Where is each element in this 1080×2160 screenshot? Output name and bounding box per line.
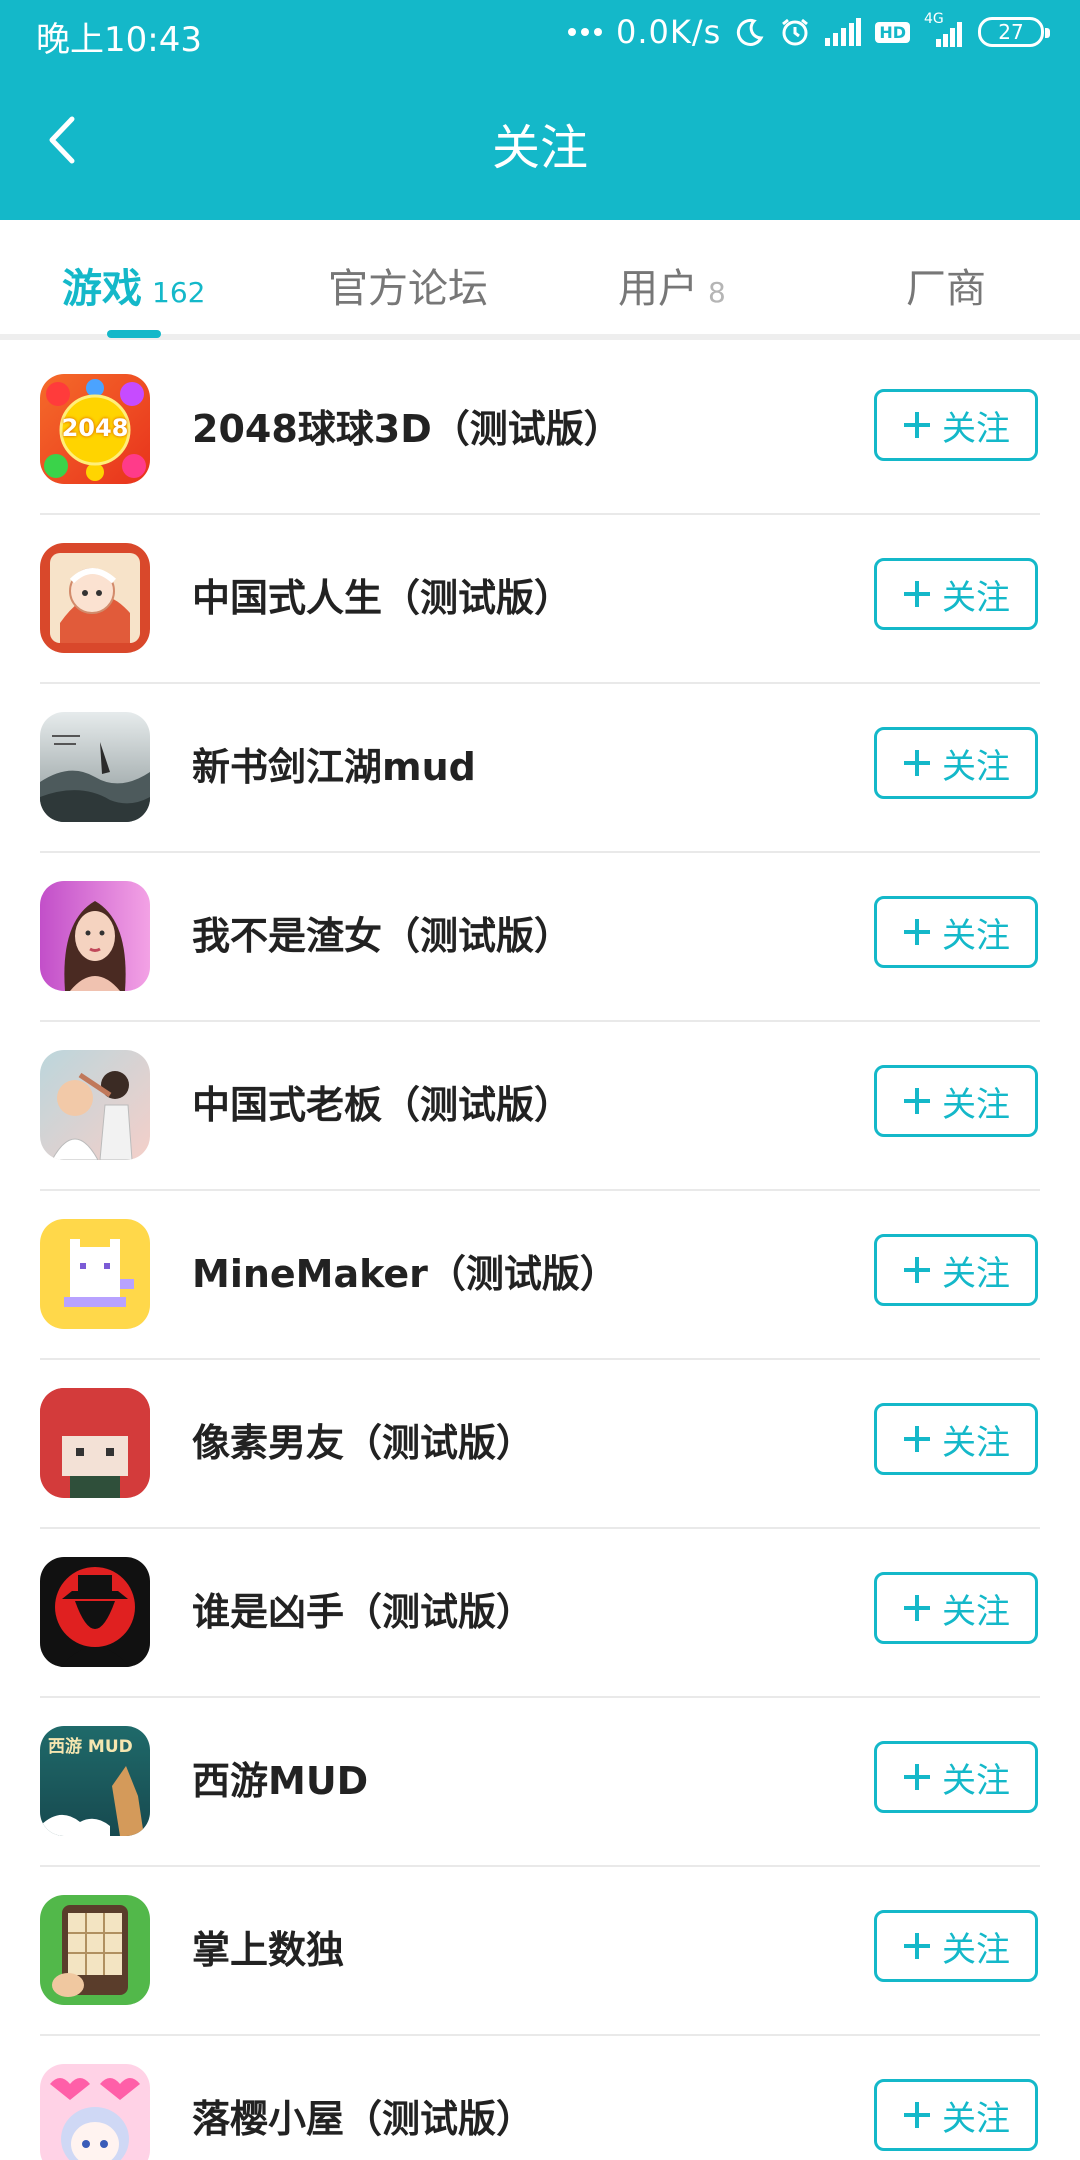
plus-icon	[904, 1764, 930, 1790]
game-icon-minemaker	[40, 1219, 150, 1329]
game-icon-sakura-house	[40, 2064, 150, 2160]
list-item[interactable]: 我不是渣女（测试版） 关注	[0, 853, 1080, 1022]
tab-indicator	[107, 330, 161, 338]
follow-label: 关注	[942, 1929, 1010, 1970]
status-bar: 晚上10:43 0.0K/s HD 4G 27	[0, 0, 1080, 66]
follow-button[interactable]: 关注	[874, 389, 1038, 461]
game-name: 像素男友（测试版）	[192, 1421, 535, 1465]
plus-icon	[904, 919, 930, 945]
screen: 晚上10:43 0.0K/s HD 4G 27 关注 游戏 162 官方论坛 用…	[0, 0, 1080, 2160]
list-item[interactable]: 2048 2048球球3D（测试版） 关注	[0, 346, 1080, 515]
follow-button[interactable]: 关注	[874, 2079, 1038, 2151]
follow-button[interactable]: 关注	[874, 1403, 1038, 1475]
plus-icon	[904, 1933, 930, 1959]
plus-icon	[904, 750, 930, 776]
icon-text-xiyou: 西游 MUD	[48, 1737, 133, 1757]
game-name: 中国式老板（测试版）	[192, 1083, 573, 1127]
follow-label: 关注	[942, 2098, 1010, 2139]
follow-label: 关注	[942, 746, 1010, 787]
follow-button[interactable]: 关注	[874, 558, 1038, 630]
signal-icon	[825, 18, 862, 46]
follow-button[interactable]: 关注	[874, 896, 1038, 968]
plus-icon	[904, 1426, 930, 1452]
game-icon-chinese-life	[40, 543, 150, 653]
moon-icon	[735, 17, 765, 47]
game-name: 谁是凶手（测试版）	[192, 1590, 535, 1634]
tab-label: 用户	[618, 266, 698, 312]
game-icon-not-scumbag	[40, 881, 150, 991]
tab-label: 游戏	[62, 266, 142, 312]
game-icon-2048: 2048	[40, 374, 150, 484]
follow-button[interactable]: 关注	[874, 1234, 1038, 1306]
tab-count: 8	[708, 276, 726, 309]
follow-label: 关注	[942, 1422, 1010, 1463]
plus-icon	[904, 412, 930, 438]
game-icon-pixel-boyfriend	[40, 1388, 150, 1498]
list-item[interactable]: 西游 MUD 西游MUD 关注	[0, 1698, 1080, 1867]
list-item[interactable]: MineMaker（测试版） 关注	[0, 1191, 1080, 1360]
list-item[interactable]: 中国式人生（测试版） 关注	[0, 515, 1080, 684]
follow-label: 关注	[942, 1084, 1010, 1125]
signal-4g-icon: 4G	[924, 11, 964, 47]
follow-label: 关注	[942, 408, 1010, 449]
status-icons: 0.0K/s HD 4G 27	[568, 11, 1050, 52]
app-header: 晚上10:43 0.0K/s HD 4G 27 关注	[0, 0, 1080, 220]
game-name: 我不是渣女（测试版）	[192, 914, 573, 958]
follow-button[interactable]: 关注	[874, 1572, 1038, 1644]
game-list: 2048 2048球球3D（测试版） 关注 中国式人生（测试版） 关注 新书剑江…	[0, 346, 1080, 2160]
game-icon-chinese-boss	[40, 1050, 150, 1160]
game-name: 新书剑江湖mud	[192, 745, 476, 789]
tab-bar: 游戏 162 官方论坛 用户 8 厂商	[0, 220, 1080, 340]
follow-button[interactable]: 关注	[874, 1910, 1038, 1982]
game-icon-xiyou-mud: 西游 MUD	[40, 1726, 150, 1836]
alarm-icon	[779, 16, 811, 48]
tab-count: 162	[152, 276, 206, 309]
list-item[interactable]: 落樱小屋（测试版） 关注	[0, 2036, 1080, 2160]
list-item[interactable]: 掌上数独 关注	[0, 1867, 1080, 2036]
plus-icon	[904, 2102, 930, 2128]
tab-games[interactable]: 游戏 162	[62, 256, 205, 314]
list-item[interactable]: 谁是凶手（测试版） 关注	[0, 1529, 1080, 1698]
tab-label: 厂商	[906, 266, 986, 312]
list-item[interactable]: 像素男友（测试版） 关注	[0, 1360, 1080, 1529]
game-name: 西游MUD	[192, 1759, 369, 1803]
tab-users[interactable]: 用户 8	[618, 256, 726, 314]
plus-icon	[904, 581, 930, 607]
follow-label: 关注	[942, 1760, 1010, 1801]
network-speed: 0.0K/s	[616, 13, 722, 51]
game-name: 2048球球3D（测试版）	[192, 407, 622, 451]
plus-icon	[904, 1088, 930, 1114]
follow-button[interactable]: 关注	[874, 1741, 1038, 1813]
plus-icon	[904, 1595, 930, 1621]
game-icon-sudoku	[40, 1895, 150, 2005]
game-name: 落樱小屋（测试版）	[192, 2097, 535, 2141]
icon-text-2048: 2048	[61, 414, 129, 442]
title-bar: 关注	[0, 66, 1080, 220]
follow-button[interactable]: 关注	[874, 727, 1038, 799]
plus-icon	[904, 1257, 930, 1283]
hd-icon: HD	[875, 21, 910, 43]
tab-official-forum[interactable]: 官方论坛	[328, 256, 488, 314]
list-item[interactable]: 中国式老板（测试版） 关注	[0, 1022, 1080, 1191]
follow-label: 关注	[942, 577, 1010, 618]
game-name: 中国式人生（测试版）	[192, 576, 573, 620]
list-item[interactable]: 新书剑江湖mud 关注	[0, 684, 1080, 853]
follow-button[interactable]: 关注	[874, 1065, 1038, 1137]
network-type: 4G	[924, 11, 944, 27]
game-icon-jianghu-mud	[40, 712, 150, 822]
follow-label: 关注	[942, 1253, 1010, 1294]
follow-label: 关注	[942, 1591, 1010, 1632]
game-name: 掌上数独	[192, 1928, 345, 1972]
dots-icon	[568, 28, 602, 36]
game-name: MineMaker（测试版）	[192, 1252, 618, 1296]
game-icon-who-is-killer	[40, 1557, 150, 1667]
battery-icon: 27	[978, 17, 1050, 47]
tab-vendors[interactable]: 厂商	[906, 256, 986, 314]
status-time: 晚上10:43	[36, 20, 202, 60]
follow-label: 关注	[942, 915, 1010, 956]
tab-label: 官方论坛	[328, 266, 488, 312]
page-title: 关注	[491, 120, 588, 176]
battery-level: 27	[998, 20, 1024, 44]
